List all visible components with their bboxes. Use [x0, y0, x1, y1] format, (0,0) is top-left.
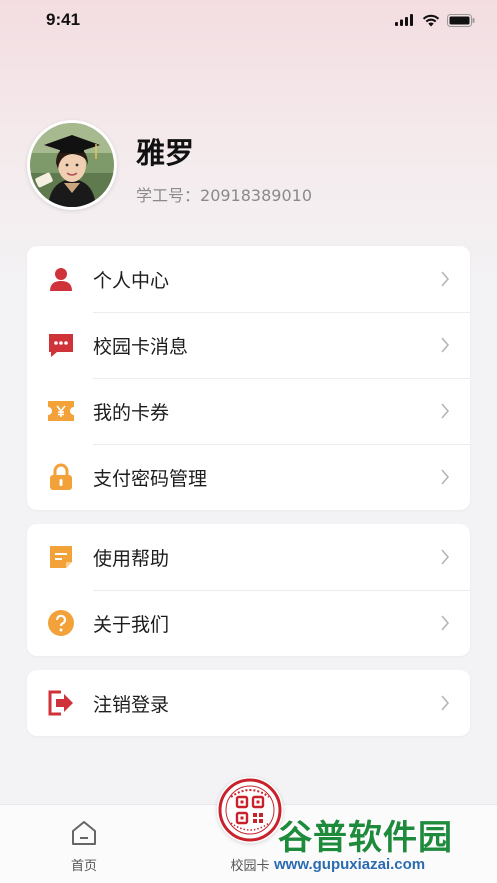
- menu-item-payment-password[interactable]: 支付密码管理: [27, 444, 470, 510]
- menu-item-card-messages[interactable]: 校园卡消息: [27, 312, 470, 378]
- chevron-right-icon: [441, 271, 450, 287]
- profile-header: 雅罗 学工号：20918389010: [27, 120, 467, 210]
- watermark-url: www.gupuxiazai.com: [274, 856, 426, 873]
- menu-label: 校园卡消息: [93, 335, 189, 358]
- avatar[interactable]: [27, 120, 117, 210]
- help-doc-icon: [46, 542, 76, 572]
- chevron-right-icon: [441, 403, 450, 419]
- status-time: 9:41: [46, 10, 81, 29]
- menu-item-personal-center[interactable]: 个人中心: [27, 246, 470, 312]
- chevron-right-icon: [441, 615, 450, 631]
- status-icons: [395, 13, 475, 27]
- wifi-icon: [422, 14, 440, 26]
- question-icon: [46, 608, 76, 638]
- menu-label: 个人中心: [93, 269, 170, 292]
- tab-home[interactable]: 首页: [24, 805, 144, 883]
- logout-icon: [46, 688, 76, 718]
- avatar-photo: [30, 123, 114, 207]
- user-id: 学工号：20918389010: [136, 182, 312, 206]
- user-name: 雅罗: [136, 136, 195, 170]
- menu-item-help[interactable]: 使用帮助: [27, 524, 470, 590]
- lock-icon: [46, 462, 76, 492]
- menu-label: 使用帮助: [93, 547, 170, 570]
- user-id-label: 学工号：: [136, 186, 201, 205]
- menu-label: 关于我们: [93, 613, 170, 636]
- chevron-right-icon: [441, 549, 450, 565]
- watermark: 谷普软件园 www.gupuxiazai.com: [272, 804, 497, 883]
- chevron-right-icon: [441, 469, 450, 485]
- signal-icon: [395, 14, 413, 26]
- menu-group-logout: 注销登录: [27, 670, 470, 736]
- watermark-title: 谷普软件园: [278, 818, 453, 858]
- menu-label: 支付密码管理: [93, 467, 208, 490]
- menu-item-logout[interactable]: 注销登录: [27, 670, 470, 736]
- battery-icon: [447, 13, 475, 27]
- menu-group-help: 使用帮助 关于我们: [27, 524, 470, 656]
- menu-label: 我的卡券: [93, 401, 170, 424]
- menu-label: 注销登录: [93, 693, 170, 716]
- menu-item-about-us[interactable]: 关于我们: [27, 590, 470, 656]
- menu-item-my-coupons[interactable]: 我的卡券: [27, 378, 470, 444]
- user-id-value: 20918389010: [200, 186, 312, 205]
- coupon-icon: [46, 396, 76, 426]
- home-icon: [72, 821, 96, 845]
- message-icon: [46, 330, 76, 360]
- chevron-right-icon: [441, 695, 450, 711]
- status-bar: 9:41: [0, 0, 497, 40]
- chevron-right-icon: [441, 337, 450, 353]
- tab-label: 首页: [70, 859, 97, 874]
- menu-group-account: 个人中心 校园卡消息 我的卡券 支付密码管理: [27, 246, 470, 510]
- person-icon: [46, 264, 76, 294]
